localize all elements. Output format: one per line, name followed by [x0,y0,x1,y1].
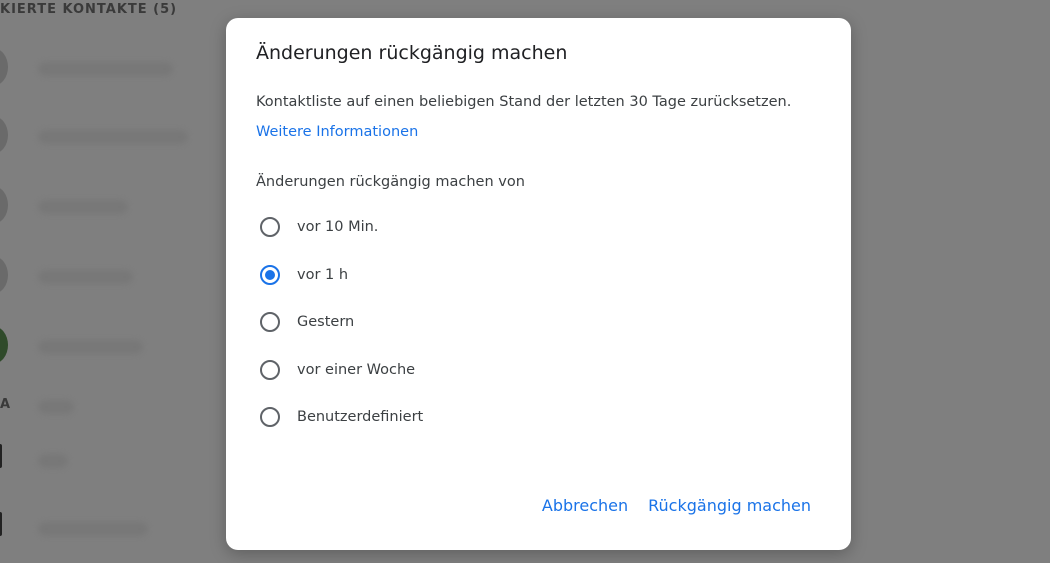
contact-name-blurred [38,454,68,468]
radio-button[interactable] [260,217,280,237]
contact-name-blurred [38,62,173,76]
option-10-min[interactable]: vor 10 Min. [260,213,378,241]
section-heading: A [0,397,11,412]
contact-name-blurred [38,130,188,144]
radio-button[interactable] [260,312,280,332]
option-label: vor 1 h [297,267,349,283]
option-custom[interactable]: Benutzerdefiniert [260,403,423,431]
section-heading: KIERTE KONTAKTE (5) [0,2,178,17]
more-info-link[interactable]: Weitere Informationen [256,124,418,140]
cancel-button[interactable]: Abbrechen [542,494,628,517]
radio-button-selected[interactable] [260,265,280,285]
undo-changes-dialog: Änderungen rückgängig machen Kontaktlist… [226,18,851,550]
section-heading-blurred [38,400,74,414]
contact-avatar [0,48,8,86]
undo-button[interactable]: Rückgängig machen [648,494,811,517]
contact-avatar [0,116,8,154]
option-1-h[interactable]: vor 1 h [260,261,348,289]
contact-name-blurred [38,200,128,214]
option-yesterday[interactable]: Gestern [260,308,354,336]
dialog-title: Änderungen rückgängig machen [256,42,568,64]
contact-avatar [0,186,8,224]
options-label: Änderungen rückgängig machen von [256,174,525,190]
contact-avatar [0,512,2,536]
option-label: vor 10 Min. [297,219,379,235]
contact-avatar [0,256,8,294]
radio-button[interactable] [260,407,280,427]
contact-name-blurred [38,522,148,536]
dialog-actions: Abbrechen Rückgängig machen [542,494,811,517]
contact-name-blurred [38,340,143,354]
option-label: Benutzerdefiniert [297,409,424,425]
contact-name-blurred [38,270,133,284]
radio-button[interactable] [260,360,280,380]
dialog-description: Kontaktliste auf einen beliebigen Stand … [256,94,792,110]
option-one-week[interactable]: vor einer Woche [260,356,415,384]
option-label: Gestern [297,314,355,330]
option-label: vor einer Woche [297,362,416,378]
contact-avatar [0,326,8,364]
contact-avatar [0,444,2,468]
